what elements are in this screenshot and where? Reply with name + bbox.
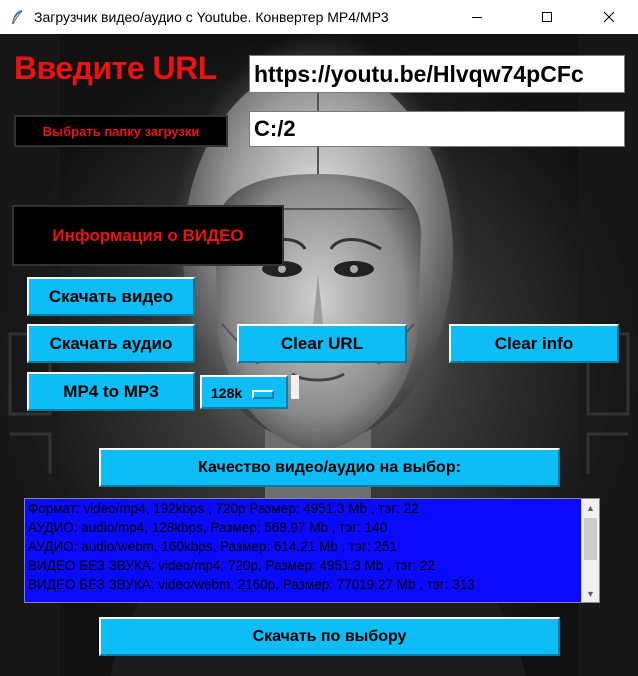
- download-selected-button[interactable]: Скачать по выбору: [99, 617, 560, 656]
- list-item[interactable]: АУДИО: audio/webm, 160kbps, Размер: 614.…: [28, 538, 397, 556]
- list-item[interactable]: ВИДЕО БЕЗ ЗВУКА: video/webm, 2160p, Разм…: [28, 576, 475, 594]
- url-label: Введите URL: [14, 50, 217, 86]
- clear-url-button[interactable]: Clear URL: [237, 324, 407, 363]
- feather-app-icon: [12, 10, 23, 25]
- app-window-body: Введите URL https://youtu.be/Hlvqw74pCFc…: [0, 34, 638, 676]
- bitrate-select[interactable]: 128k: [200, 375, 288, 409]
- download-audio-button[interactable]: Скачать аудио: [27, 324, 195, 363]
- window-title: Загрузчик видео/аудио с Youtube. Конверт…: [34, 9, 389, 25]
- quality-options-button[interactable]: Качество видео/аудио на выбор:: [99, 448, 560, 487]
- list-item[interactable]: Формат: video/mp4, 192kbps , 720p Размер…: [28, 500, 419, 518]
- close-button[interactable]: [586, 0, 632, 34]
- listbox-scrollbar[interactable]: ▲ ▼: [581, 499, 599, 602]
- url-input[interactable]: https://youtu.be/Hlvqw74pCFc: [249, 55, 625, 93]
- select-folder-button[interactable]: Выбрать папку загрузки: [14, 115, 228, 147]
- minimize-icon: [472, 17, 482, 18]
- option-menu-indicator-icon: [252, 390, 274, 399]
- maximize-icon: [542, 12, 552, 22]
- list-item[interactable]: АУДИО: audio/mp4, 128kbps, Размер: 568.9…: [28, 519, 387, 537]
- minimize-button[interactable]: [454, 0, 500, 34]
- mp4-to-mp3-button[interactable]: MP4 to MP3: [27, 372, 195, 411]
- folder-path-input[interactable]: C:/2: [249, 111, 625, 147]
- maximize-button[interactable]: [524, 0, 570, 34]
- close-icon: [603, 11, 615, 23]
- bitrate-value: 128k: [211, 385, 243, 401]
- scroll-up-icon[interactable]: ▲: [582, 499, 599, 516]
- clear-info-button[interactable]: Clear info: [449, 324, 619, 363]
- download-video-button[interactable]: Скачать видео: [27, 277, 195, 316]
- bitrate-select-edge: [291, 375, 299, 399]
- scroll-down-icon[interactable]: ▼: [582, 585, 599, 602]
- formats-listbox[interactable]: Формат: video/mp4, 192kbps , 720p Размер…: [24, 498, 600, 603]
- video-info-button[interactable]: Информация о ВИДЕО: [12, 205, 284, 266]
- scroll-thumb[interactable]: [584, 518, 597, 560]
- list-item[interactable]: ВИДЕО БЕЗ ЗВУКА: video/mp4, 720p, Размер…: [28, 557, 435, 575]
- title-bar: Загрузчик видео/аудио с Youtube. Конверт…: [0, 0, 638, 34]
